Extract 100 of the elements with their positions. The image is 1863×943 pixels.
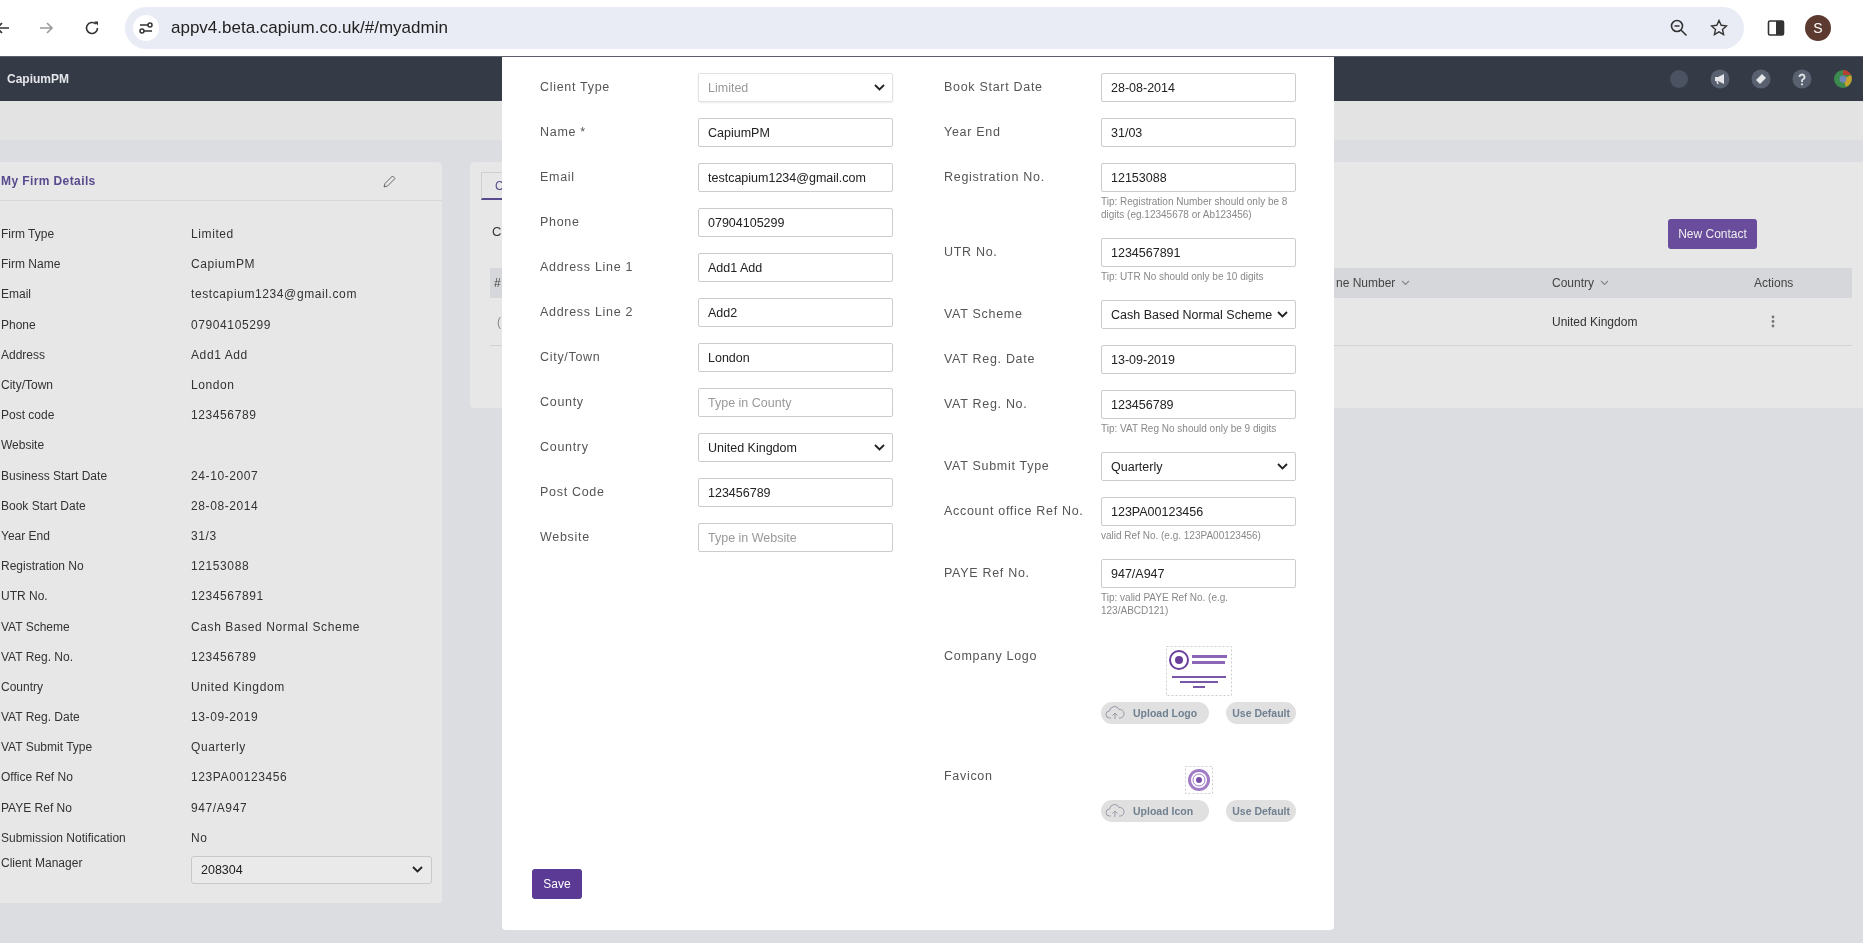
field-label: Year End	[0, 528, 51, 543]
field-value: 1234567891	[191, 589, 264, 604]
field-label: Submission Notification	[0, 830, 127, 845]
hint-text: Tip: Registration Number should only be 8 digits (eg.12345678 or Ab123456)	[1101, 195, 1289, 221]
field-label: Book Start Date	[0, 498, 87, 513]
field-label: Client Type	[540, 79, 611, 96]
field-value: No	[191, 830, 208, 845]
forward-icon[interactable]	[39, 20, 55, 36]
input-field[interactable]: 28-08-2014	[1101, 73, 1296, 102]
field-value: 24-10-2007	[191, 468, 259, 483]
field-value: 13-09-2019	[191, 710, 259, 725]
field-label: Office Ref No	[0, 770, 74, 785]
site-settings-icon[interactable]	[133, 15, 159, 41]
field-value: London	[191, 378, 235, 393]
field-label: Country	[540, 439, 590, 456]
column-header[interactable]: ne Number	[1334, 276, 1550, 290]
input-field[interactable]: 1234567891	[1101, 238, 1296, 267]
dropdown[interactable]: Quarterly	[1101, 452, 1296, 481]
field-value: 123PA00123456	[191, 770, 288, 785]
input-field[interactable]: 13-09-2019	[1101, 345, 1296, 374]
field-value: testcapium1234@gmail.com	[191, 287, 357, 302]
field-label: VAT Scheme	[0, 619, 71, 634]
dropdown[interactable]: Cash Based Normal Scheme	[1101, 300, 1296, 329]
field-label: Address Line 1	[540, 259, 635, 276]
zoom-icon[interactable]	[1670, 19, 1688, 37]
input-field[interactable]: CapiumPM	[698, 118, 893, 147]
help-icon[interactable]	[1792, 69, 1812, 89]
input-field[interactable]: Add1 Add	[698, 253, 893, 282]
new-contact-button[interactable]: New Contact	[1668, 219, 1757, 249]
input-field[interactable]: 12153088	[1101, 163, 1296, 192]
chevron-down-icon	[1277, 311, 1288, 318]
field-value: 28-08-2014	[191, 498, 259, 513]
field-label: VAT Reg. No.	[944, 396, 1029, 413]
field-value: 123456789	[191, 408, 257, 423]
hint-text: Tip: valid PAYE Ref No. (e.g. 123/ABCD121)	[1101, 591, 1230, 617]
input-field[interactable]: 947/A947	[1101, 559, 1296, 588]
field-value: United Kingdom	[191, 679, 285, 694]
field-label: Post Code	[540, 484, 606, 501]
panel-title: My Firm Details	[1, 174, 96, 188]
field-label: VAT Reg. No.	[0, 649, 75, 664]
star-icon[interactable]	[1710, 19, 1728, 37]
input-field[interactable]: Type in Website	[698, 523, 893, 552]
field-label: UTR No.	[0, 589, 49, 604]
field-value: Limited	[191, 227, 234, 242]
field-label: Email	[0, 287, 32, 302]
field-label: Registration No.	[944, 169, 1046, 186]
field-label: Business Start Date	[0, 468, 109, 483]
profile-avatar[interactable]: S	[1805, 15, 1831, 41]
field-label: PAYE Ref No	[0, 800, 73, 815]
field-label: Favicon	[944, 768, 994, 785]
field-label: County	[540, 394, 585, 411]
ticket-icon[interactable]	[1751, 69, 1771, 89]
more-options-icon[interactable]	[1771, 315, 1775, 328]
column-header[interactable]: Country	[1550, 276, 1751, 290]
input-field[interactable]: 31/03	[1101, 118, 1296, 147]
field-value: 31/3	[191, 528, 217, 543]
field-label: VAT Scheme	[944, 306, 1024, 323]
input-field[interactable]: 123456789	[698, 478, 893, 507]
column-header[interactable]: #	[490, 276, 502, 290]
field-label: Website	[540, 529, 591, 546]
reload-icon[interactable]	[84, 20, 100, 36]
field-label: Firm Type	[0, 227, 56, 242]
cloud-upload-icon	[1105, 706, 1125, 720]
column-header[interactable]: Actions	[1751, 276, 1852, 290]
field-label: Firm Name	[0, 257, 62, 272]
field-label: Website	[0, 438, 46, 453]
input-field[interactable]: 123456789	[1101, 390, 1296, 419]
address-bar[interactable]: appv4.beta.capium.co.uk/#/myadmin	[125, 7, 1744, 49]
input-field[interactable]: 07904105299	[698, 208, 893, 237]
field-label: PAYE Ref No.	[944, 565, 1031, 582]
input-field[interactable]: Add2	[698, 298, 893, 327]
chevron-down-icon	[412, 866, 423, 874]
field-label: VAT Reg. Date	[944, 351, 1037, 368]
table-cell-text: United Kingdom	[1551, 314, 1639, 329]
field-value: 123456789	[191, 649, 257, 664]
input-field[interactable]: London	[698, 343, 893, 372]
field-label: Year End	[944, 124, 1002, 141]
chevron-down-icon	[1277, 463, 1288, 470]
field-value: Add1 Add	[191, 347, 248, 362]
hint-text: Tip: UTR No should only be 10 digits	[1101, 270, 1265, 283]
chevron-down-icon	[874, 444, 885, 451]
input-field[interactable]: testcapium1234@gmail.com	[698, 163, 893, 192]
field-label: Phone	[0, 317, 37, 332]
field-label: City/Town	[540, 349, 602, 366]
megaphone-icon[interactable]	[1710, 69, 1730, 89]
field-label: VAT Submit Type	[0, 740, 94, 755]
save-button[interactable]: Save	[532, 869, 582, 899]
pencil-icon[interactable]	[383, 174, 396, 188]
input-field[interactable]: 123PA00123456	[1101, 497, 1296, 526]
sidebar-icon[interactable]	[1767, 19, 1785, 37]
field-label: UTR No.	[944, 244, 999, 261]
hint-text: valid Ref No. (e.g. 123PA00123456)	[1101, 529, 1262, 542]
field-label: City/Town	[0, 378, 54, 393]
field-label: Country	[0, 679, 45, 694]
sort-icon	[1600, 280, 1610, 286]
dropdown[interactable]: United Kingdom	[698, 433, 893, 462]
client-manager-dropdown[interactable]: 208304	[191, 855, 432, 884]
input-field[interactable]: Type in County	[698, 388, 893, 417]
field-label: Company Logo	[944, 648, 1039, 665]
field-value: 12153088	[191, 559, 250, 574]
